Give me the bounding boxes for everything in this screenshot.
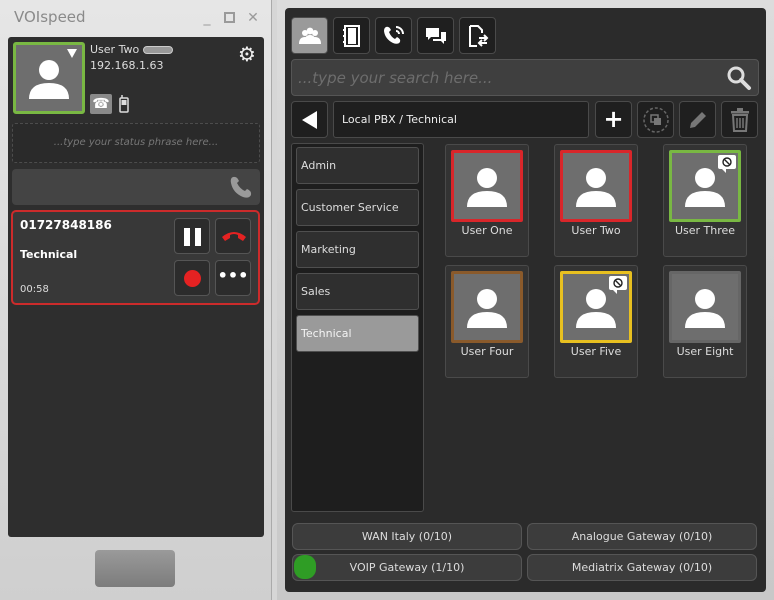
- group-item-customer-service[interactable]: Customer Service: [296, 189, 419, 226]
- call-group: Technical: [20, 248, 78, 261]
- contact-card[interactable]: User Eight: [663, 265, 747, 378]
- chat-icon: [426, 28, 446, 44]
- dial-phone-icon[interactable]: [228, 174, 254, 200]
- my-avatar[interactable]: [13, 42, 85, 114]
- hangup-button[interactable]: [215, 218, 251, 254]
- tab-phonebook[interactable]: [333, 17, 370, 54]
- maximize-icon[interactable]: [223, 11, 237, 25]
- softphone-window: VOIspeed _ ✕ User Two 192.168.1.63 ⚙ ☎ .…: [0, 0, 272, 600]
- contact-avatar: [451, 150, 523, 222]
- tab-transfer[interactable]: [459, 17, 496, 54]
- pause-icon: [184, 228, 190, 246]
- trash-icon: [731, 108, 749, 132]
- minimize-icon[interactable]: _: [200, 11, 214, 25]
- user-silhouette-icon: [29, 60, 69, 99]
- record-icon: [184, 270, 201, 287]
- tab-contacts[interactable]: [291, 17, 328, 54]
- contact-card[interactable]: User Three: [663, 144, 747, 257]
- gear-icon[interactable]: ⚙: [236, 43, 258, 65]
- do-not-disturb-icon: [609, 276, 627, 294]
- search-input[interactable]: [298, 64, 718, 92]
- contact-avatar: [669, 271, 741, 343]
- breadcrumb: Local PBX / Technical: [333, 101, 589, 138]
- hangup-icon: [222, 232, 246, 241]
- pause-icon-bar: [195, 228, 201, 246]
- gateway-wan-italy[interactable]: WAN Italy (0/10): [292, 523, 522, 550]
- contact-name: User Four: [460, 345, 514, 358]
- my-name-label: User Two: [90, 43, 140, 56]
- gateway-voip[interactable]: VOIP Gateway (1/10): [292, 554, 522, 581]
- hold-button[interactable]: [174, 218, 210, 254]
- delete-button[interactable]: [721, 101, 758, 138]
- record-button[interactable]: [174, 260, 210, 296]
- contact-card[interactable]: User Four: [445, 265, 529, 378]
- edit-button[interactable]: [679, 101, 716, 138]
- mobile-phone-icon[interactable]: [119, 95, 129, 113]
- call-number: 01727848186: [20, 218, 112, 232]
- contact-card[interactable]: User Two: [554, 144, 638, 257]
- contact-name: User Five: [570, 345, 622, 358]
- contact-avatar: [560, 271, 632, 343]
- tab-chat[interactable]: [417, 17, 454, 54]
- call-history-icon: [384, 26, 404, 44]
- contact-avatar: [669, 150, 741, 222]
- group-item-sales[interactable]: Sales: [296, 273, 419, 310]
- phonebook-icon: [343, 25, 360, 47]
- do-not-disturb-icon: [718, 155, 736, 173]
- directory-body: Local PBX / Technical + Admin Customer: [285, 8, 766, 592]
- contacts-icon: [299, 27, 321, 44]
- dial-input[interactable]: [12, 169, 260, 205]
- contact-avatar: [560, 150, 632, 222]
- contact-card[interactable]: User One: [445, 144, 529, 257]
- contact-name: User One: [461, 224, 513, 237]
- softphone-body: User Two 192.168.1.63 ⚙ ☎ ...type your s…: [8, 37, 264, 537]
- name-status-pill: [143, 46, 174, 54]
- gateway-mediatrix[interactable]: Mediatrix Gateway (0/10): [527, 554, 757, 581]
- user-silhouette-icon: [685, 289, 725, 328]
- contact-name: User Two: [571, 224, 621, 237]
- contact-card[interactable]: User Five: [554, 265, 638, 378]
- status-dropdown-icon[interactable]: [67, 49, 77, 58]
- bottom-action-button[interactable]: [95, 550, 175, 587]
- group-item-admin[interactable]: Admin: [296, 147, 419, 184]
- transfer-icon: [469, 25, 489, 47]
- user-silhouette-icon: [467, 289, 507, 328]
- copy-button[interactable]: [637, 101, 674, 138]
- app-title: VOIspeed: [14, 8, 86, 26]
- gateway-active-indicator: [294, 555, 316, 579]
- close-icon[interactable]: ✕: [246, 11, 260, 25]
- user-silhouette-icon: [467, 168, 507, 207]
- my-ip-address: 192.168.1.63: [90, 59, 164, 72]
- group-item-marketing[interactable]: Marketing: [296, 231, 419, 268]
- group-list: Admin Customer Service Marketing Sales T…: [291, 143, 424, 512]
- more-options-button[interactable]: •••: [215, 260, 251, 296]
- contact-name: User Three: [674, 224, 736, 237]
- active-call-card: 01727848186 Technical 00:58 •••: [11, 210, 260, 305]
- status-phrase-input[interactable]: ...type your status phrase here...: [12, 123, 260, 163]
- user-silhouette-icon: [576, 168, 616, 207]
- search-bar: [291, 59, 759, 96]
- tab-call-history[interactable]: [375, 17, 412, 54]
- contact-avatar: [451, 271, 523, 343]
- pencil-icon: [690, 112, 706, 128]
- add-contact-button[interactable]: +: [595, 101, 632, 138]
- group-item-technical[interactable]: Technical: [296, 315, 419, 352]
- directory-window: Local PBX / Technical + Admin Customer: [277, 0, 774, 600]
- search-icon[interactable]: [726, 65, 752, 91]
- gateway-analogue[interactable]: Analogue Gateway (0/10): [527, 523, 757, 550]
- copy-icon: [643, 107, 669, 133]
- desk-phone-icon[interactable]: ☎: [90, 94, 112, 114]
- back-arrow-icon: [302, 111, 317, 129]
- my-name: User Two: [90, 43, 174, 56]
- call-timer: 00:58: [20, 284, 49, 295]
- contact-name: User Eight: [676, 345, 734, 358]
- back-button[interactable]: [291, 101, 328, 138]
